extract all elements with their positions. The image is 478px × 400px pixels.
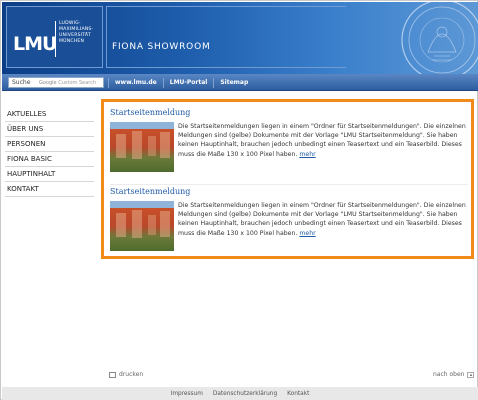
site-footer: Impressum Datenschutzerklärung Kontakt — [2, 387, 478, 400]
teaser-body: Die Startseitenmeldungen liegen in einem… — [178, 123, 466, 158]
logo-divider — [55, 21, 56, 57]
sidebar-item-kontakt[interactable]: KONTAKT — [5, 182, 94, 197]
print-label: drucken — [119, 371, 144, 378]
nav-link-lmu-portal[interactable]: LMU-Portal — [162, 77, 214, 88]
sidebar-item-hauptinhalt[interactable]: HAUPTINHALT — [5, 167, 94, 182]
teaser-text: Die Startseitenmeldungen liegen in einem… — [178, 201, 468, 238]
nav-links: www.lmu.de LMU-Portal Sitemap — [108, 74, 254, 91]
teaser-item: Startseitenmeldung Die Startseitenmeldun… — [110, 108, 468, 186]
footer-link-datenschutz[interactable]: Datenschutzerklärung — [213, 391, 277, 397]
logo-line: MÜNCHEN — [59, 39, 85, 44]
teaser-title[interactable]: Startseitenmeldung — [110, 108, 468, 117]
search-label: Suche — [12, 79, 31, 86]
teaser-text: Die Startseitenmeldungen liegen in einem… — [178, 122, 468, 159]
sidebar-item-fiona-basic[interactable]: FIONA BASIC — [5, 152, 94, 167]
sidebar-nav: AKTUELLES ÜBER UNS PERSONEN FIONA BASIC … — [5, 107, 94, 197]
teaser-image[interactable] — [110, 122, 174, 172]
printer-icon — [109, 371, 116, 378]
search-placeholder: Google Custom Search — [39, 78, 96, 88]
teaser-title[interactable]: Startseitenmeldung — [110, 187, 468, 196]
teaser-body: Die Startseitenmeldungen liegen in einem… — [178, 202, 466, 237]
sidebar-item-aktuelles[interactable]: AKTUELLES — [5, 107, 94, 122]
teaser-item: Startseitenmeldung Die Startseitenmeldun… — [110, 187, 468, 257]
sidebar-item-personen[interactable]: PERSONEN — [5, 137, 94, 152]
university-seal-icon — [401, 2, 478, 74]
footer-link-kontakt[interactable]: Kontakt — [287, 391, 309, 397]
logo-wordmark: LUDWIG- MAXIMILIANS- UNIVERSITÄT MÜNCHEN — [59, 21, 93, 45]
more-link[interactable]: mehr — [299, 151, 315, 158]
nav-link-sitemap[interactable]: Sitemap — [213, 77, 254, 88]
logo-mark: LMU — [13, 33, 57, 55]
to-top-label: nach oben — [433, 371, 465, 378]
teaser-divider — [110, 184, 468, 185]
site-header: LMU LUDWIG- MAXIMILIANS- UNIVERSITÄT MÜN… — [2, 2, 478, 74]
lmu-logo[interactable]: LMU LUDWIG- MAXIMILIANS- UNIVERSITÄT MÜN… — [6, 6, 103, 68]
site-title-box: FIONA SHOWROOM — [106, 6, 346, 68]
browser-page: LMU LUDWIG- MAXIMILIANS- UNIVERSITÄT MÜN… — [0, 0, 478, 400]
site-title: FIONA SHOWROOM — [112, 42, 211, 52]
print-link[interactable]: drucken — [109, 371, 143, 378]
footer-link-impressum[interactable]: Impressum — [171, 391, 203, 397]
to-top-link[interactable]: nach oben ▴ — [433, 371, 475, 378]
sidebar-item-ueber-uns[interactable]: ÜBER UNS — [5, 122, 94, 137]
more-link[interactable]: mehr — [299, 230, 315, 237]
search-placeholder-text: Custom Search — [58, 80, 97, 86]
google-brand: Google — [39, 80, 57, 86]
search-input[interactable]: Suche Google Custom Search — [8, 77, 104, 88]
top-nav: Suche Google Custom Search www.lmu.de LM… — [2, 74, 478, 91]
nav-link-lmu-de[interactable]: www.lmu.de — [108, 77, 163, 88]
teaser-panel: Startseitenmeldung Die Startseitenmeldun… — [101, 99, 474, 259]
teaser-image[interactable] — [110, 201, 174, 251]
arrow-up-icon: ▴ — [467, 371, 475, 378]
